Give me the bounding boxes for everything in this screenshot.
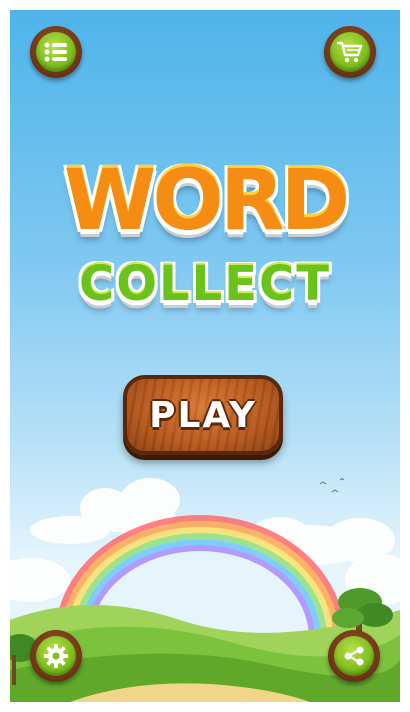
play-button-label: PLAY — [149, 394, 257, 436]
game-screen: WORD COLLECT PLAY — [10, 10, 400, 702]
birds — [319, 477, 345, 493]
play-button[interactable]: PLAY — [123, 375, 283, 455]
shop-button[interactable] — [324, 26, 376, 78]
menu-button[interactable] — [30, 26, 82, 78]
settings-button[interactable] — [30, 630, 82, 682]
game-title-word: WORD — [63, 151, 350, 249]
share-icon — [344, 646, 364, 666]
shopping-cart-icon — [337, 41, 363, 63]
list-icon — [44, 42, 67, 62]
share-button[interactable] — [328, 630, 380, 682]
gear-icon — [44, 644, 68, 668]
game-title-collect: COLLECT — [79, 256, 331, 312]
